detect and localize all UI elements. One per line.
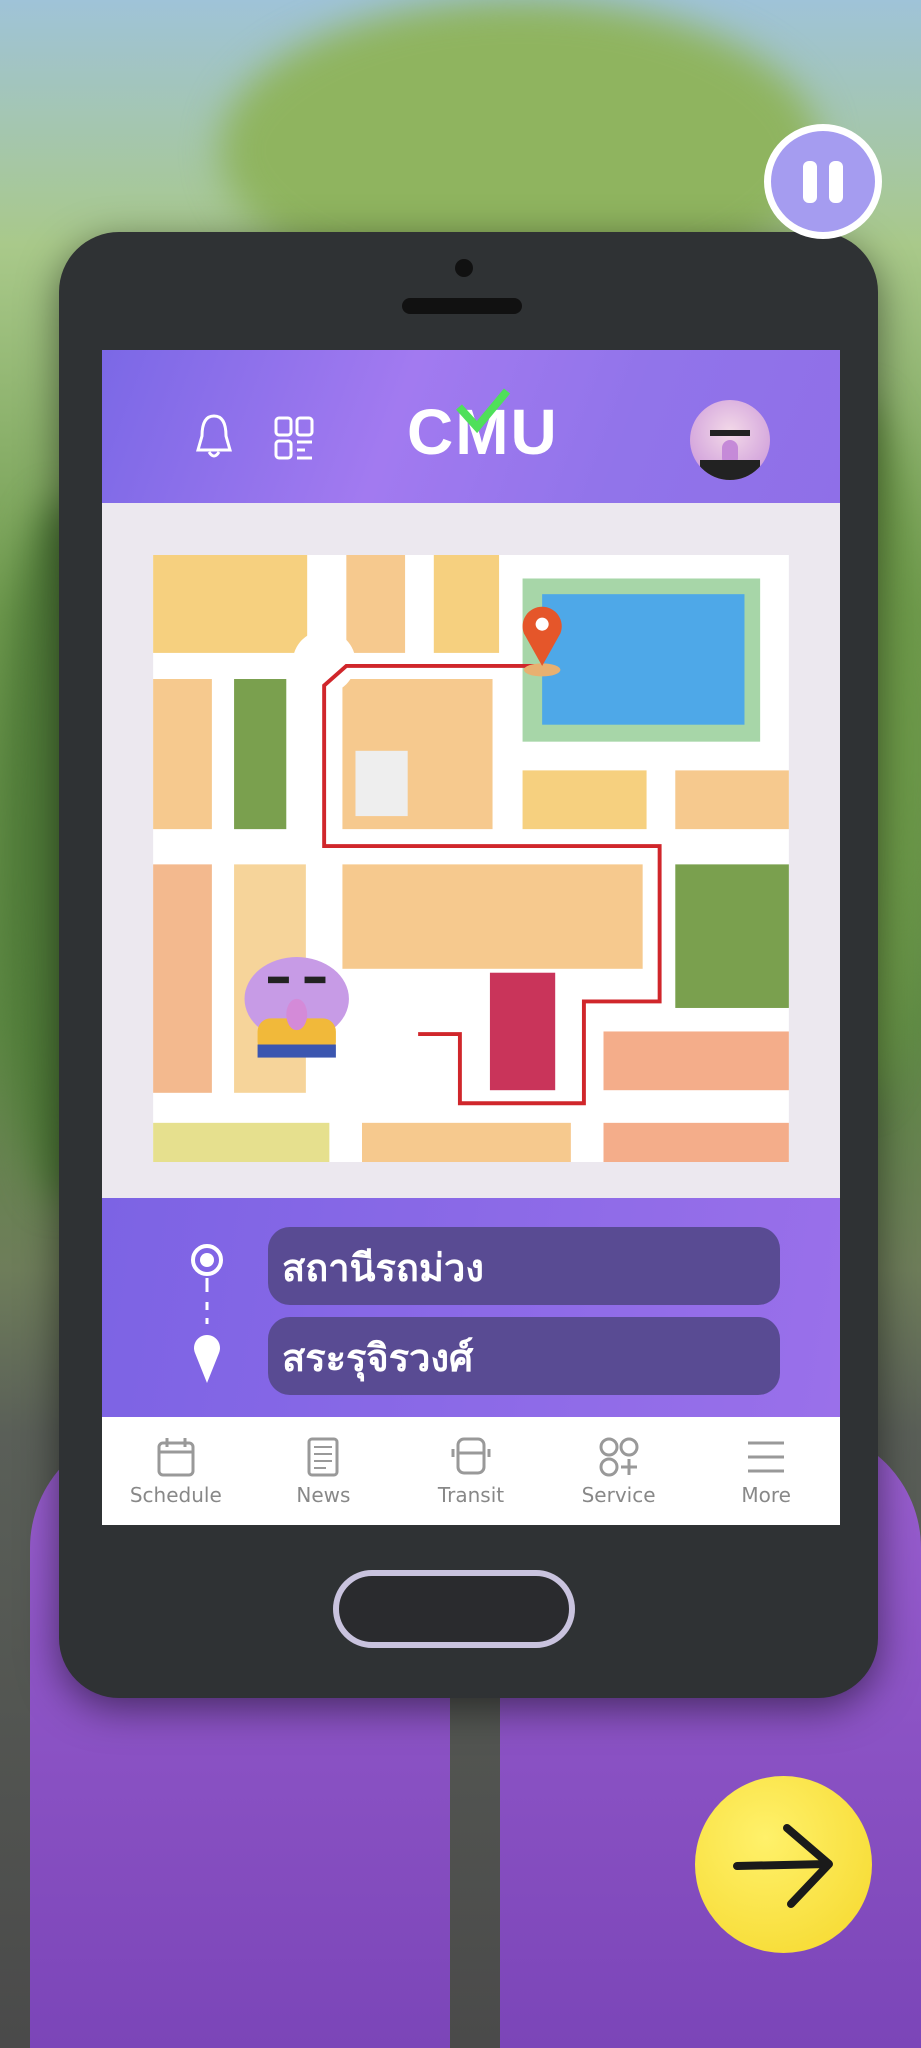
nav-schedule[interactable]: Schedule bbox=[102, 1417, 250, 1525]
checkmark-icon bbox=[456, 388, 511, 434]
nav-transit[interactable]: Transit bbox=[397, 1417, 545, 1525]
app-header: CMU bbox=[102, 350, 840, 503]
calendar-icon bbox=[157, 1438, 195, 1477]
route-path-icon bbox=[191, 1244, 223, 1383]
bottom-nav: Schedule News Transit Service More bbox=[102, 1417, 840, 1525]
bell-icon[interactable] bbox=[192, 412, 236, 464]
next-button[interactable] bbox=[695, 1776, 872, 1953]
player-character bbox=[244, 957, 349, 1058]
basketball-court bbox=[489, 972, 556, 1091]
pause-icon bbox=[829, 160, 843, 203]
route-panel: สถานีรถม่วง สระรุจิรวงศ์ bbox=[102, 1198, 840, 1417]
building bbox=[355, 750, 408, 817]
nav-more[interactable]: More bbox=[692, 1417, 840, 1525]
park bbox=[675, 864, 789, 1008]
nav-label: Service bbox=[581, 1483, 656, 1507]
pause-icon bbox=[803, 160, 817, 203]
newspaper-icon bbox=[307, 1437, 339, 1477]
phone-camera bbox=[455, 259, 473, 277]
pool-water bbox=[542, 594, 745, 725]
menu-icon bbox=[748, 1441, 785, 1473]
services-grid-icon bbox=[599, 1437, 639, 1477]
nav-label: More bbox=[741, 1483, 791, 1507]
origin-field[interactable]: สถานีรถม่วง bbox=[268, 1227, 780, 1305]
phone-speaker bbox=[402, 298, 522, 314]
park bbox=[234, 679, 287, 830]
arrow-right-icon bbox=[732, 1823, 833, 1908]
destination-field[interactable]: สระรุจิรวงศ์ bbox=[268, 1317, 780, 1395]
qr-code-icon[interactable] bbox=[272, 412, 316, 464]
campus-map[interactable] bbox=[153, 555, 789, 1162]
cmu-logo: CMU bbox=[407, 388, 559, 469]
pause-button[interactable] bbox=[764, 124, 882, 239]
nav-label: Schedule bbox=[129, 1483, 222, 1507]
nav-news[interactable]: News bbox=[250, 1417, 398, 1525]
phone-home-button[interactable] bbox=[333, 1570, 575, 1648]
nav-label: News bbox=[296, 1483, 351, 1507]
bus-icon bbox=[451, 1437, 491, 1475]
phone-screen: CMU สถานีรถม่วง สระรุจิรวงศ์ Schedule Ne… bbox=[102, 350, 840, 1525]
avatar[interactable] bbox=[690, 400, 770, 480]
nav-service[interactable]: Service bbox=[545, 1417, 693, 1525]
nav-label: Transit bbox=[437, 1483, 505, 1507]
